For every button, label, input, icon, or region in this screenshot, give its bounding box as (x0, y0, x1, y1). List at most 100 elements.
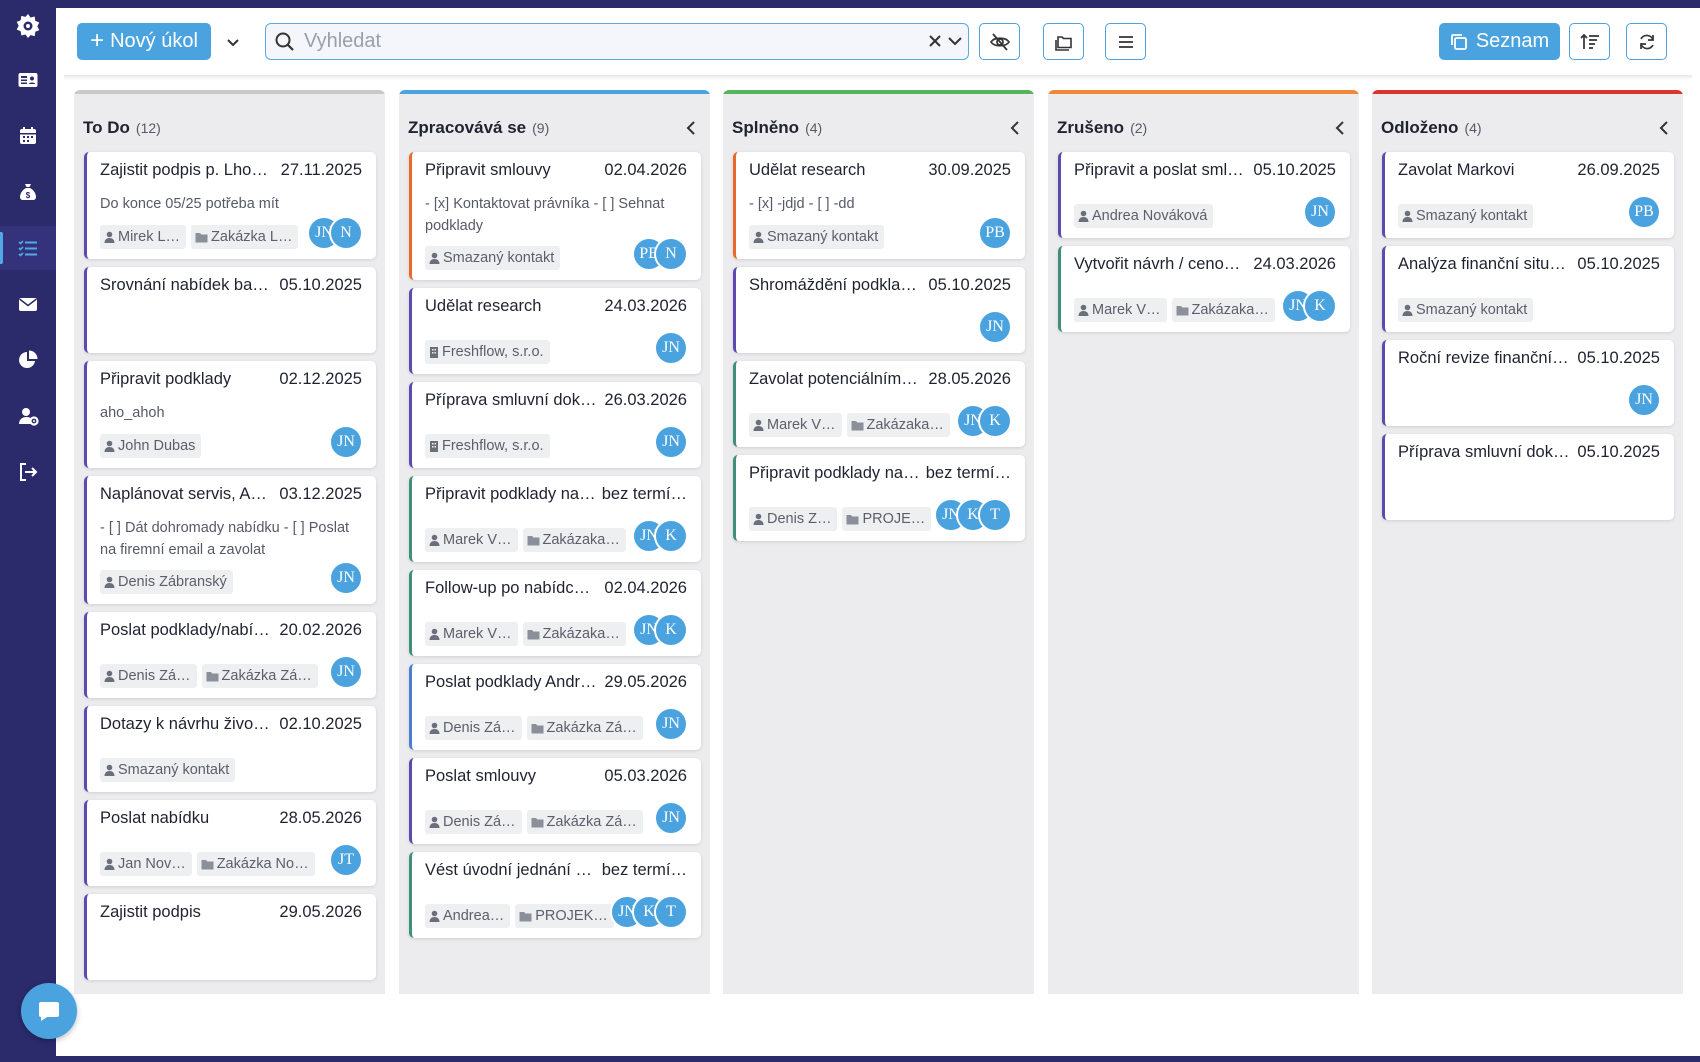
sort-button[interactable] (1569, 23, 1610, 60)
project-tag[interactable]: Zakázka Zá… (526, 716, 643, 740)
avatar[interactable]: JT (329, 843, 363, 877)
avatar[interactable]: PB (978, 216, 1012, 250)
sidebar-item-reports[interactable] (0, 338, 56, 382)
task-card[interactable]: Roční revize finančního plánu 05.10.2025 J… (1382, 340, 1674, 426)
contact-tag[interactable]: Denis Zá… (100, 664, 197, 688)
project-tag[interactable]: Zakázaka… (846, 413, 950, 437)
avatar[interactable]: N (329, 216, 363, 250)
company-tag[interactable]: Freshflow, s.r.o. (425, 434, 550, 458)
project-tag[interactable]: Zakázka Zá… (526, 810, 643, 834)
contact-tag[interactable]: Smazaný kontakt (1398, 298, 1534, 322)
task-card[interactable]: Vést úvodní jednání s klientembez termí…… (409, 852, 701, 938)
contact-tag[interactable]: Marek V… (749, 413, 842, 437)
search-options-chevron-icon[interactable] (946, 32, 964, 50)
collapse-column-button[interactable] (1008, 120, 1022, 141)
task-card[interactable]: Udělat research 24.03.2026 Freshflow, s.r.… (409, 288, 701, 374)
task-card[interactable]: Připravit smlouvy 02.04.2026 - [x] Kontakt… (409, 152, 701, 280)
sidebar-item-finance[interactable]: $ (0, 170, 56, 214)
avatar[interactable]: JN (654, 331, 688, 365)
contact-tag[interactable]: Denis Z… (749, 507, 838, 531)
avatar[interactable]: T (654, 895, 688, 929)
menu-button[interactable] (1105, 23, 1146, 60)
contact-tag[interactable]: Andrea… (425, 904, 511, 928)
task-card[interactable]: Poslat smlouvy 05.03.2026 Denis Zá… Zakázka… (409, 758, 701, 844)
task-card[interactable]: Připravit a poslat smlouvu 05.10.2025 Andr… (1058, 152, 1350, 238)
collapse-column-button[interactable] (1333, 120, 1347, 141)
project-tag[interactable]: Zakázaka… (522, 528, 626, 552)
task-card[interactable]: Zajistit podpis p. Lhotecké 27.11.2025 Do … (84, 152, 376, 259)
project-tag[interactable]: PROJE… (842, 507, 932, 531)
avatar[interactable]: K (1303, 289, 1337, 323)
avatar[interactable]: JN (654, 707, 688, 741)
avatar[interactable]: JN (978, 310, 1012, 344)
task-card[interactable]: Follow-up po nabídce (email) 02.04.2026 Ma… (409, 570, 701, 656)
task-card[interactable]: Naplánovat servis, Andrea 03.12.2025 - [ ]… (84, 476, 376, 604)
avatar[interactable]: JN (1627, 383, 1661, 417)
clear-search-icon[interactable] (926, 32, 944, 50)
avatar[interactable]: JN (329, 655, 363, 689)
contact-tag[interactable]: John Dubas (100, 434, 202, 458)
avatar[interactable]: JN (329, 425, 363, 459)
avatar[interactable]: T (978, 498, 1012, 532)
contact-tag[interactable]: Smazaný kontakt (749, 225, 885, 249)
task-card[interactable]: Poslat nabídku 28.05.2026 Jan Nov… Zakázka … (84, 800, 376, 886)
task-card[interactable]: Příprava smluvní dokumentace 26.03.2026 Fr… (409, 382, 701, 468)
new-task-dropdown-button[interactable] (219, 23, 247, 60)
avatar[interactable]: K (654, 519, 688, 553)
task-card[interactable]: Příprava smluvní dokumentace 05.10.2025 (1382, 434, 1674, 520)
chat-button[interactable] (21, 983, 77, 1039)
task-card[interactable]: Zavolat Markovi 26.09.2025 Smazaný kontakt… (1382, 152, 1674, 238)
contact-tag[interactable]: Smazaný kontakt (425, 246, 561, 270)
collapse-column-button[interactable] (684, 120, 698, 141)
task-card[interactable]: Připravit podklady na schůzkubez termí… M… (409, 476, 701, 562)
task-card[interactable]: Dotazy k návrhu životního pojištění 02.10… (84, 706, 376, 792)
contact-tag[interactable]: Jan Nov… (100, 852, 192, 876)
sidebar-item-contacts[interactable] (0, 58, 56, 102)
new-task-button[interactable]: + Nový úkol (77, 23, 211, 60)
contact-tag[interactable]: Smazaný kontakt (100, 758, 236, 782)
contact-tag[interactable]: Marek V… (1074, 298, 1167, 322)
project-tag[interactable]: Zakázaka… (522, 622, 626, 646)
task-card[interactable]: Zajistit podpis 29.05.2026 (84, 894, 376, 980)
task-card[interactable]: Shromáždění podkladů od klienta 05.10.202… (733, 267, 1025, 353)
avatar[interactable]: PB (1627, 195, 1661, 229)
task-card[interactable]: Připravit podklady 02.12.2025 aho_ahoh John… (84, 361, 376, 468)
project-tag[interactable]: PROJEK… (515, 904, 614, 928)
company-tag[interactable]: Freshflow, s.r.o. (425, 340, 550, 364)
project-tag[interactable]: Zakázaka… (1171, 298, 1275, 322)
folders-button[interactable] (1043, 23, 1084, 60)
task-card[interactable]: Vytvořit návrh / cenovou nabídku 24.03.20… (1058, 246, 1350, 332)
task-card[interactable]: Udělat research 30.09.2025 - [x] -jdjd - [… (733, 152, 1025, 259)
task-card[interactable]: Zavolat potenciálnímu klientovi 28.05.202… (733, 361, 1025, 447)
gear-logo-icon[interactable] (10, 8, 46, 44)
task-card[interactable]: Srovnání nabídek bank a pojišťoven 05.10.… (84, 267, 376, 353)
avatar[interactable]: JN (654, 801, 688, 835)
avatar[interactable]: K (654, 613, 688, 647)
sidebar-item-logout[interactable] (0, 450, 56, 494)
avatar[interactable]: JN (329, 561, 363, 595)
toggle-hidden-button[interactable] (979, 23, 1020, 60)
contact-tag[interactable]: Denis Zábranský (100, 570, 233, 594)
task-card[interactable]: Poslat podklady/nabídku 20.02.2026 Denis Z… (84, 612, 376, 698)
contact-tag[interactable]: Andrea Nováková (1074, 204, 1214, 228)
contact-tag[interactable]: Denis Zá… (425, 810, 522, 834)
avatar[interactable]: K (978, 404, 1012, 438)
avatar[interactable]: N (654, 237, 688, 271)
project-tag[interactable]: Zakázka No… (196, 852, 315, 876)
contact-tag[interactable]: Smazaný kontakt (1398, 204, 1534, 228)
sidebar-item-tasks[interactable] (0, 226, 56, 270)
sidebar-item-mail[interactable] (0, 282, 56, 326)
collapse-column-button[interactable] (1657, 120, 1671, 141)
contact-tag[interactable]: Mirek L… (100, 225, 187, 249)
contact-tag[interactable]: Marek V… (425, 622, 518, 646)
sidebar-item-calendar[interactable] (0, 114, 56, 158)
avatar[interactable]: JN (654, 425, 688, 459)
task-card[interactable]: Připravit podklady na schůzkubez termí… D… (733, 455, 1025, 541)
task-card[interactable]: Analýza finanční situace klienta 05.10.20… (1382, 246, 1674, 332)
task-card[interactable]: Poslat podklady Andrejovi 29.05.2026 Denis… (409, 664, 701, 750)
avatar[interactable]: JN (1303, 195, 1337, 229)
project-tag[interactable]: Zakázka L… (191, 225, 299, 249)
project-tag[interactable]: Zakázka Zá… (201, 664, 318, 688)
sidebar-item-users[interactable] (0, 394, 56, 438)
contact-tag[interactable]: Marek V… (425, 528, 518, 552)
